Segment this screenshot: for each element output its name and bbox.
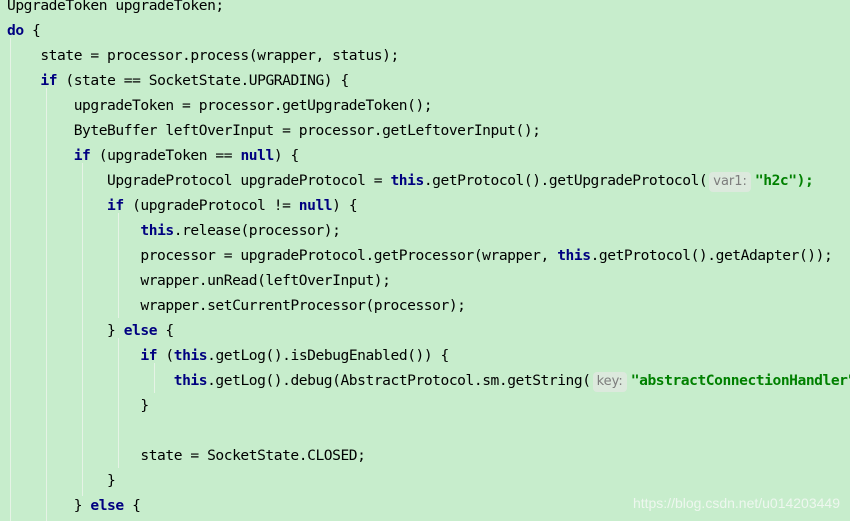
code-line[interactable]: UpgradeProtocol upgradeProtocol = this.g… bbox=[7, 168, 814, 193]
keyword-token: do bbox=[7, 22, 24, 39]
code-token: .getLog().debug(AbstractProtocol.sm.getS… bbox=[207, 372, 591, 389]
code-line[interactable]: processor = upgradeProtocol.getProcessor… bbox=[7, 243, 832, 268]
code-line[interactable]: if (upgradeProtocol != null) { bbox=[7, 193, 358, 218]
parameter-hint: var1: bbox=[709, 172, 751, 192]
code-token: .getProtocol().getUpgradeProtocol( bbox=[423, 172, 708, 189]
keyword-token: this bbox=[140, 222, 174, 239]
code-line[interactable]: if (state == SocketState.UPGRADING) { bbox=[7, 68, 349, 93]
string-token: "abstractConnectionHandler")); bbox=[630, 372, 850, 389]
code-token: } bbox=[7, 497, 91, 514]
code-line[interactable]: this.getLog().debug(AbstractProtocol.sm.… bbox=[7, 368, 850, 393]
code-token: } bbox=[7, 472, 116, 489]
keyword-token: else bbox=[123, 322, 158, 339]
code-token: } bbox=[7, 397, 149, 414]
code-line[interactable]: } else { bbox=[7, 493, 141, 518]
code-token: wrapper.unRead(leftOverInput); bbox=[7, 272, 391, 289]
code-token: ( bbox=[157, 347, 174, 364]
code-token: UpgradeProtocol upgradeProtocol = bbox=[7, 172, 391, 189]
keyword-token: null bbox=[298, 197, 333, 214]
keyword-token: this bbox=[173, 372, 208, 389]
code-token: { bbox=[23, 22, 41, 39]
code-token: state = processor.process(wrapper, statu… bbox=[7, 47, 399, 64]
code-line[interactable]: upgradeToken = processor.getUpgradeToken… bbox=[7, 93, 433, 118]
keyword-token: this bbox=[173, 347, 208, 364]
code-line[interactable]: state = SocketState.CLOSED; bbox=[7, 443, 366, 468]
code-line[interactable]: if (upgradeToken == null) { bbox=[7, 143, 300, 168]
code-line[interactable]: do { bbox=[7, 18, 41, 43]
code-editor[interactable]: UpgradeToken upgradeToken; do { state = p… bbox=[0, 0, 850, 521]
code-token: } bbox=[7, 322, 124, 339]
keyword-token: if bbox=[140, 347, 158, 364]
keyword-token: if bbox=[73, 147, 91, 164]
code-token: { bbox=[157, 322, 174, 339]
code-token: upgradeToken = processor.getUpgradeToken… bbox=[7, 97, 433, 114]
code-line[interactable]: state = processor.process(wrapper, statu… bbox=[7, 43, 399, 68]
keyword-token: this bbox=[390, 172, 424, 189]
code-token: { bbox=[123, 497, 141, 514]
keyword-token: if bbox=[40, 72, 58, 89]
code-token: (upgradeToken == bbox=[90, 147, 241, 164]
code-token: (upgradeProtocol != bbox=[123, 197, 299, 214]
code-token: (state == SocketState.UPGRADING) { bbox=[57, 72, 349, 89]
code-line[interactable]: wrapper.unRead(leftOverInput); bbox=[7, 268, 391, 293]
code-line[interactable]: UpgradeToken upgradeToken; bbox=[7, 0, 224, 18]
code-token: ) { bbox=[332, 197, 358, 214]
keyword-token: this bbox=[557, 247, 591, 264]
code-token: UpgradeToken upgradeToken; bbox=[7, 0, 224, 14]
keyword-token: if bbox=[107, 197, 124, 214]
code-token: .release(processor); bbox=[173, 222, 341, 239]
code-line[interactable]: ByteBuffer leftOverInput = processor.get… bbox=[7, 118, 541, 143]
code-token: wrapper.setCurrentProcessor(processor); bbox=[7, 297, 466, 314]
code-token: .getLog().isDebugEnabled()) { bbox=[207, 347, 449, 364]
code-token: ) { bbox=[273, 147, 299, 164]
code-token: .getProtocol().getAdapter()); bbox=[590, 247, 833, 264]
keyword-token: null bbox=[240, 147, 274, 164]
code-line[interactable]: if (this.getLog().isDebugEnabled()) { bbox=[7, 343, 449, 368]
string-token: "h2c"); bbox=[754, 172, 814, 189]
code-token: processor = upgradeProtocol.getProcessor… bbox=[7, 247, 558, 264]
watermark: https://blog.csdn.net/u014203449 bbox=[632, 495, 840, 511]
keyword-token: else bbox=[90, 497, 124, 514]
code-line[interactable]: this.release(processor); bbox=[7, 218, 341, 243]
code-line[interactable]: wrapper.setCurrentProcessor(processor); bbox=[7, 293, 466, 318]
code-line[interactable]: } bbox=[7, 468, 116, 493]
code-line[interactable]: } else { bbox=[7, 318, 174, 343]
code-token: ByteBuffer leftOverInput = processor.get… bbox=[7, 122, 541, 139]
code-line[interactable]: } bbox=[7, 393, 149, 418]
parameter-hint: key: bbox=[592, 372, 627, 392]
code-token: state = SocketState.CLOSED; bbox=[7, 447, 366, 464]
